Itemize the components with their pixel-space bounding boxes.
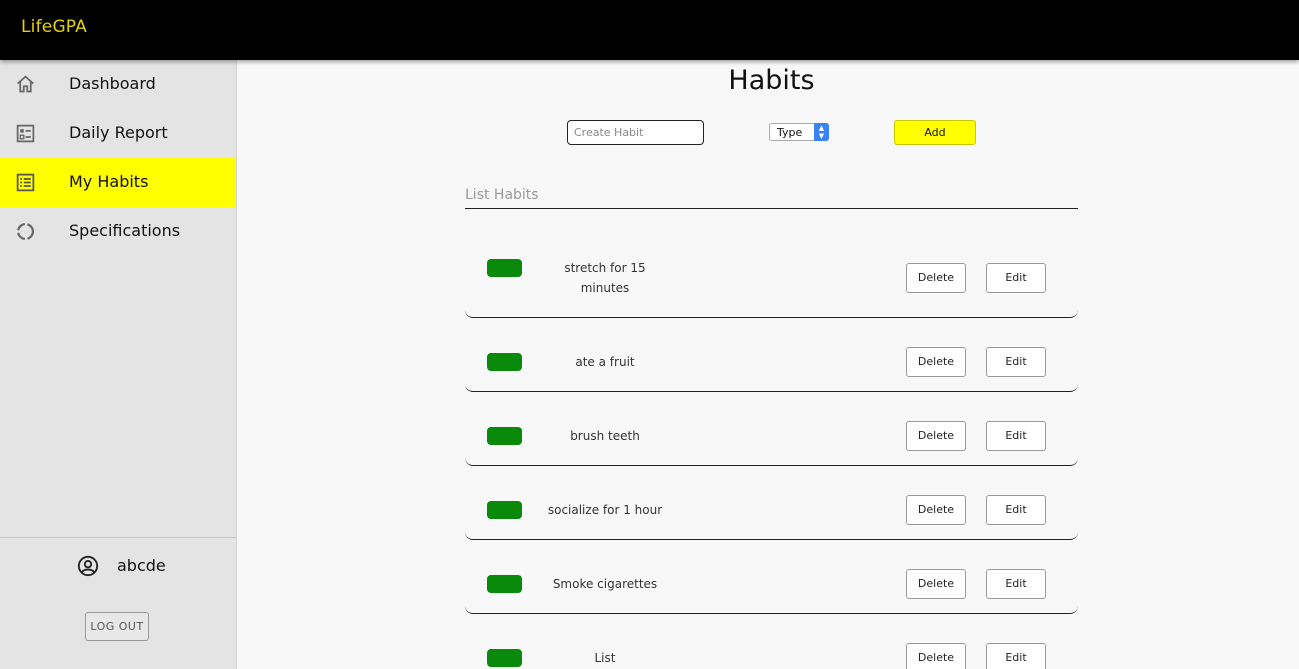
select-arrows-icon: ▲ ▼ [814,123,829,141]
habit-name: Smoke cigarettes [552,577,658,591]
type-select[interactable]: Type ▲ ▼ [769,123,829,141]
edit-button[interactable]: Edit [986,421,1046,451]
edit-button[interactable]: Edit [986,263,1046,293]
delete-button[interactable]: Delete [906,643,966,669]
home-icon [17,75,34,93]
habit-color-indicator[interactable] [487,427,522,445]
list-icon [16,173,35,192]
sidebar-item-my-habits[interactable]: My Habits [0,158,236,207]
habit-row: brush teeth Delete Edit [465,392,1078,466]
edit-button[interactable]: Edit [986,569,1046,599]
user-profile[interactable]: abcde [0,554,236,578]
report-icon [16,124,35,143]
create-habit-input[interactable] [567,120,704,145]
sidebar-item-label: Daily Report [69,123,168,142]
top-bar: LifeGPA [0,0,1299,60]
habit-color-indicator[interactable] [487,259,522,277]
edit-button[interactable]: Edit [986,495,1046,525]
add-habit-button[interactable]: Add [894,120,976,145]
habit-name: socialize for 1 hour [547,503,663,517]
main-content: Habits Type ▲▼ Add List Habits stretch f… [237,60,1299,669]
edit-button[interactable]: Edit [986,347,1046,377]
delete-button[interactable]: Delete [906,263,966,293]
logout-button[interactable]: LOG OUT [85,612,149,641]
list-heading-divider [465,208,1078,209]
habit-name: stretch for 15 minutes [564,261,646,295]
habit-row: Smoke cigarettes Delete Edit [465,540,1078,614]
delete-button[interactable]: Delete [906,347,966,377]
habit-color-indicator[interactable] [487,353,522,371]
sidebar-item-daily-report[interactable]: Daily Report [0,109,236,158]
sidebar-divider [0,537,236,538]
habit-row: ate a fruit Delete Edit [465,318,1078,392]
list-habits-heading: List Habits [465,187,539,203]
habit-name: ate a fruit [575,355,635,369]
user-circle-icon [77,555,99,577]
sidebar-item-dashboard[interactable]: Dashboard [0,60,236,109]
sidebar-item-label: Dashboard [69,74,156,93]
app-brand[interactable]: LifeGPA [21,17,87,37]
habit-name: List [594,651,616,665]
delete-button[interactable]: Delete [906,569,966,599]
habit-color-indicator[interactable] [487,575,522,593]
habit-row: List Delete Edit [465,614,1078,669]
sidebar: Dashboard Daily Report My Habits Specifi… [0,60,237,669]
sidebar-item-label: Specifications [69,221,181,240]
loading-circle-icon [16,222,35,241]
habit-row: socialize for 1 hour Delete Edit [465,466,1078,540]
delete-button[interactable]: Delete [906,495,966,525]
delete-button[interactable]: Delete [906,421,966,451]
sidebar-item-specifications[interactable]: Specifications [0,207,236,256]
type-select-value: Type [777,126,803,139]
edit-button[interactable]: Edit [986,643,1046,669]
habit-name: brush teeth [570,429,640,443]
habit-row: stretch for 15 minutes Delete Edit [465,249,1078,318]
habit-color-indicator[interactable] [487,501,522,519]
page-title: Habits [728,65,815,96]
habit-color-indicator[interactable] [487,649,522,667]
sidebar-item-label: My Habits [69,172,149,191]
user-name: abcde [117,556,166,575]
